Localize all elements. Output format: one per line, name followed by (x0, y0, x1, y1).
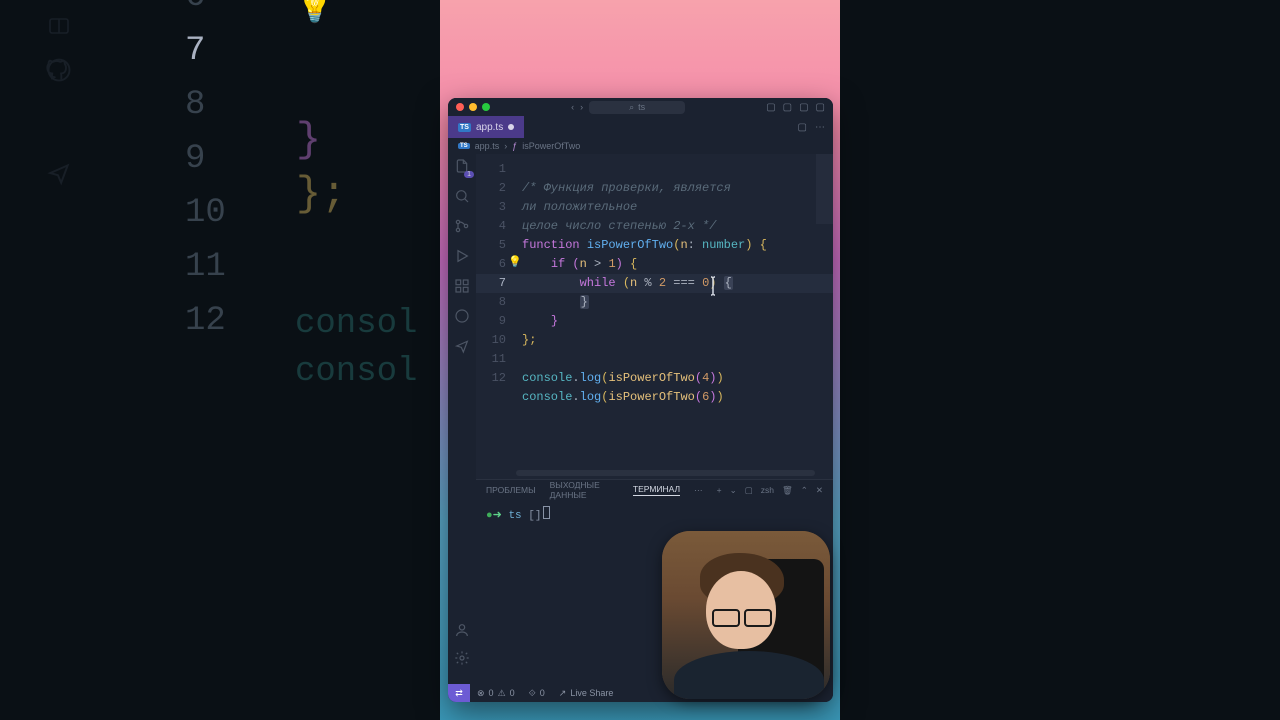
layout-right-icon[interactable]: ▢ (799, 102, 808, 113)
customize-layout-icon[interactable]: ▢ (816, 102, 825, 113)
traffic-minimize[interactable] (469, 103, 477, 111)
layout-icon (45, 14, 73, 38)
chevron-right-icon: › (504, 141, 507, 151)
close-panel-icon[interactable]: ✕ (816, 485, 823, 496)
typescript-icon: TS (458, 143, 470, 149)
extensions-icon[interactable] (454, 278, 470, 294)
layout-left-icon[interactable]: ▢ (766, 102, 775, 113)
breadcrumb[interactable]: TS app.ts › ƒ isPowerOfTwo (448, 138, 833, 154)
editor-tabbar: TS app.ts ▢ ⋯ (448, 116, 833, 138)
account-icon[interactable] (454, 622, 470, 638)
run-debug-icon[interactable] (454, 248, 470, 264)
nav-back-icon[interactable]: ‹ (571, 102, 574, 112)
explorer-icon[interactable] (454, 158, 470, 174)
window-titlebar: ‹ › ⌕ ts ▢ ▢ ▢ ▢ (448, 98, 833, 116)
status-problems[interactable]: ⊗0 ⚠0 (470, 688, 522, 699)
split-editor-icon[interactable]: ▢ (798, 122, 807, 133)
search-text: ts (638, 102, 645, 112)
function-icon: ƒ (512, 141, 517, 151)
shell-label[interactable]: zsh (761, 485, 774, 495)
video-frame: 6 7 8 9 10 11 12 💡 } }; consol consol ==… (0, 0, 1280, 720)
text-cursor-icon (706, 276, 720, 296)
remote-icon: ⇄ (455, 688, 463, 699)
warning-icon: ⚠ (498, 688, 506, 699)
maximize-panel-icon[interactable]: ⌃ (801, 485, 808, 496)
bulb-icon: 💡 (296, 0, 333, 25)
crumb-file: app.ts (475, 141, 500, 151)
liveshare-icon: ↗ (559, 688, 567, 699)
tab-problems[interactable]: ПРОБЛЕМЫ (486, 485, 536, 495)
bg-activity-icons (45, 0, 73, 204)
bg-code-fragment: consol consol (295, 305, 417, 391)
modified-dot-icon (508, 124, 514, 130)
share-icon (45, 160, 73, 186)
activity-bar (448, 154, 476, 676)
traffic-zoom[interactable] (482, 103, 490, 111)
bg-line-numbers: 6 7 8 9 10 11 12 (185, 0, 226, 348)
bg-right-blur: == 0) { o(4)) o(6)) (840, 0, 1280, 720)
tab-app-ts[interactable]: TS app.ts (448, 116, 524, 138)
radio-icon: ⟐ (529, 688, 536, 699)
gear-icon[interactable] (454, 650, 470, 666)
typescript-icon: TS (458, 123, 471, 132)
layout-bottom-icon[interactable]: ▢ (783, 102, 792, 113)
line-number-gutter: 1 2 3 4 5 6 7 8 9 10 11 12 (476, 160, 516, 388)
search-icon: ⌕ (629, 102, 634, 113)
bg-left-blur: 6 7 8 9 10 11 12 💡 } }; consol consol (0, 0, 440, 720)
github-icon (45, 56, 73, 84)
kill-terminal-icon[interactable]: 🗑 (782, 485, 793, 496)
bg-brace: }; (296, 170, 346, 218)
error-icon: ⊗ (477, 688, 485, 699)
webcam-person-glasses (712, 609, 772, 623)
crumb-symbol: isPowerOfTwo (522, 141, 580, 151)
new-terminal-icon[interactable]: + (717, 485, 722, 495)
bg-brace: } (296, 116, 321, 164)
tab-more-icon[interactable]: ⋯ (694, 485, 703, 496)
remote-indicator[interactable]: ⇄ (448, 684, 470, 702)
traffic-close[interactable] (456, 103, 464, 111)
tab-output[interactable]: ВЫХОДНЫЕ ДАННЫЕ (550, 480, 619, 500)
status-liveshare[interactable]: ↗Live Share (552, 688, 621, 699)
terminal-cursor (543, 506, 550, 519)
tab-terminal[interactable]: ТЕРМИНАЛ (633, 484, 680, 496)
editor-horizontal-scrollbar[interactable] (516, 470, 815, 476)
panel-tabs: ПРОБЛЕМЫ ВЫХОДНЫЕ ДАННЫЕ ТЕРМИНАЛ ⋯ + ⌄ … (476, 480, 833, 500)
minimap[interactable] (816, 154, 833, 224)
split-terminal-icon[interactable]: ▢ (745, 485, 753, 496)
terminal[interactable]: ●➜ ts [] (476, 500, 833, 528)
github-icon[interactable] (454, 308, 470, 324)
search-icon[interactable] (454, 188, 470, 204)
nav-forward-icon[interactable]: › (580, 102, 583, 112)
tab-filename: app.ts (476, 122, 503, 133)
status-ports[interactable]: ⟐0 (522, 688, 552, 699)
code-content[interactable]: /* Функция проверки, является ли положит… (522, 160, 815, 426)
command-center[interactable]: ⌕ ts (589, 101, 685, 114)
source-control-icon[interactable] (454, 218, 470, 234)
webcam-overlay (662, 531, 830, 699)
chevron-down-icon[interactable]: ⌄ (730, 485, 737, 496)
more-actions-icon[interactable]: ⋯ (815, 122, 825, 133)
liveshare-icon[interactable] (454, 338, 470, 354)
